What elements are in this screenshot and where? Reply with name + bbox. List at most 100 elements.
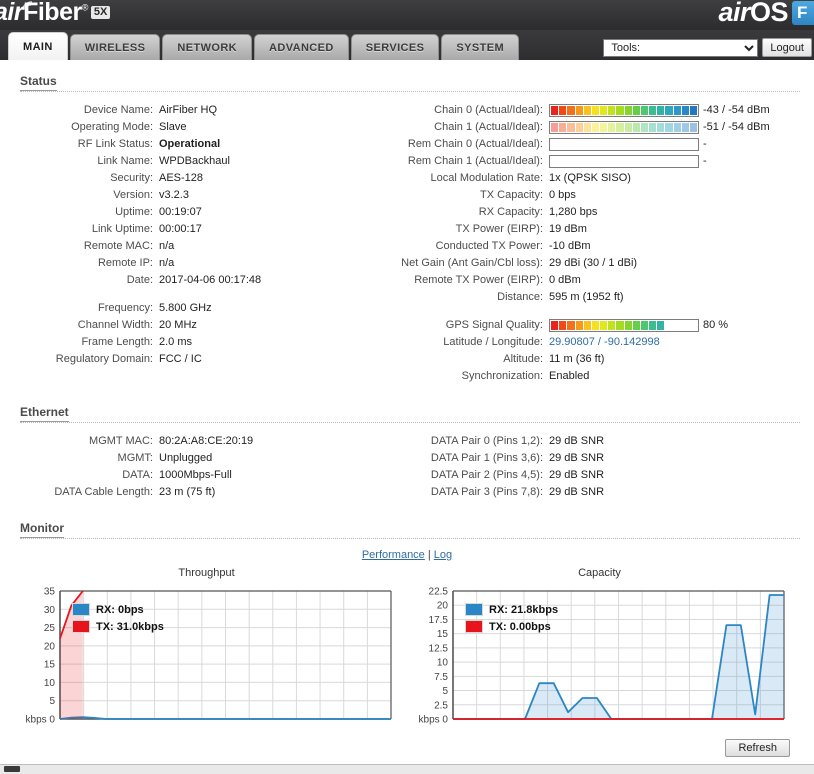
bar-segment <box>624 106 632 115</box>
airos-f-badge: F <box>792 1 814 25</box>
status-left-item-value: 2017-04-06 00:17:48 <box>159 274 262 286</box>
bar-segment <box>624 123 632 132</box>
status-left-item-row: Channel Width: 20 MHz <box>14 317 399 334</box>
bar-segment <box>600 123 608 132</box>
status-left-item-label: Link Uptime: <box>91 223 153 235</box>
ethernet-section-title: Ethernet <box>20 405 69 422</box>
chain-value: -43 / -54 dBm <box>703 104 770 116</box>
bottom-strip <box>0 764 814 774</box>
monitor-link-row: Performance | Log <box>14 549 800 561</box>
status-left-item-label: Frequency: <box>97 302 153 314</box>
legend-color-swatch <box>465 620 483 633</box>
y-axis-tick-label: kbps 0 <box>419 715 449 726</box>
bar-segment <box>583 321 591 330</box>
bar-segment <box>551 106 559 115</box>
main-tab-bar: MAIN WIRELESS NETWORK ADVANCED SERVICES … <box>0 30 814 60</box>
bar-segment <box>640 106 649 115</box>
performance-link[interactable]: Performance <box>362 549 425 561</box>
ethernet-right-item-row: DATA Pair 2 (Pins 4,5): 29 dB SNR <box>399 467 800 484</box>
status-left-column: Device Name: AirFiber HQ Operating Mode: Sl… <box>14 102 399 385</box>
ethernet-right-item-value: 29 dB SNR <box>549 486 605 498</box>
tab-main[interactable]: MAIN <box>8 32 68 60</box>
bar-segment <box>682 321 689 330</box>
y-axis-tick-label: 10 <box>437 658 449 669</box>
tab-system[interactable]: SYSTEM <box>441 34 520 60</box>
status-left-item-label: Date: <box>126 274 153 286</box>
bar-segment <box>600 106 608 115</box>
ethernet-right-item-label: DATA Pair 0 (Pins 1,2): <box>430 435 543 447</box>
y-axis-tick-label: 12.5 <box>429 643 449 654</box>
bar-segment <box>551 123 559 132</box>
y-axis-tick-label: 15 <box>437 629 449 640</box>
bar-segment <box>632 321 640 330</box>
ethernet-right-item-row: DATA Pair 1 (Pins 3,6): 29 dB SNR <box>399 450 800 467</box>
ethernet-left-item-label: DATA Cable Length: <box>54 486 153 498</box>
tab-network[interactable]: NETWORK <box>162 34 253 60</box>
bar-segment <box>633 140 640 149</box>
gps-item-value[interactable]: 29.90807 / -90.142998 <box>549 334 800 351</box>
status-left-item-label: Channel Width: <box>77 319 153 331</box>
chain-label: Chain 1 (Actual/Ideal): <box>434 121 543 133</box>
status-right-item-label: TX Power (EIRP): <box>455 223 543 235</box>
status-left-item-row: Frame Length: 2.0 ms <box>14 334 399 351</box>
bar-segment <box>559 106 567 115</box>
bar-segment <box>608 157 615 166</box>
chain-bar <box>549 155 699 168</box>
chain-value: -51 / -54 dBm <box>703 121 770 133</box>
bar-segment <box>608 123 616 132</box>
status-left-item-label: Remote MAC: <box>83 240 153 252</box>
bar-segment <box>649 157 656 166</box>
bar-segment <box>690 140 697 149</box>
bar-segment <box>567 157 574 166</box>
bar-segment <box>657 140 664 149</box>
monitor-section-divider <box>20 538 800 539</box>
status-left-item-row: Operating Mode: Slave <box>14 119 399 136</box>
tab-advanced[interactable]: ADVANCED <box>254 34 349 60</box>
gps-item-label: Latitude / Longitude: <box>443 336 543 348</box>
legend-item: RX: 0bps <box>72 603 164 616</box>
status-left-item-row: Regulatory Domain: FCC / IC <box>14 351 399 368</box>
legend-label: TX: 0.00bps <box>489 620 551 633</box>
refresh-button[interactable]: Refresh <box>725 739 790 757</box>
status-right-item-label: TX Capacity: <box>480 189 543 201</box>
bar-segment <box>551 321 559 330</box>
ethernet-left-item-label: DATA: <box>122 469 153 481</box>
status-left-item-label: RF Link Status: <box>77 138 153 150</box>
chain-row: Rem Chain 1 (Actual/Ideal): - <box>399 153 800 170</box>
bar-segment <box>657 157 664 166</box>
monitor-section-title: Monitor <box>20 521 64 538</box>
ethernet-right-column: DATA Pair 0 (Pins 1,2): 29 dB SNR DATA Pai… <box>399 433 800 501</box>
log-link[interactable]: Log <box>434 549 452 561</box>
status-left-item-value: WPDBackhaul <box>159 155 230 167</box>
monitor-section: Monitor Performance | Log Throughput kbp… <box>14 515 800 757</box>
y-axis-tick-label: 35 <box>44 587 56 598</box>
logout-button[interactable]: Logout <box>762 38 812 57</box>
bar-segment <box>674 157 681 166</box>
bar-segment <box>559 321 567 330</box>
bar-segment <box>690 157 697 166</box>
bar-segment <box>665 106 673 115</box>
bar-segment <box>657 321 665 330</box>
logo-model-badge: 5X <box>90 6 111 19</box>
chain-value: - <box>703 155 707 167</box>
status-right-item-label: Local Modulation Rate: <box>430 172 543 184</box>
bar-segment <box>616 106 624 115</box>
throughput-legend: RX: 0bps TX: 31.0kbps <box>72 603 164 633</box>
status-left-item-value: Operational <box>159 138 221 150</box>
status-left-item-label: Device Name: <box>83 104 153 116</box>
tools-dropdown[interactable]: Tools: <box>603 38 759 57</box>
y-axis-tick-label: kbps 0 <box>26 715 56 726</box>
bar-segment <box>640 321 649 330</box>
bar-segment <box>575 106 583 115</box>
ethernet-right-item-row: DATA Pair 3 (Pins 7,8): 29 dB SNR <box>399 484 800 501</box>
tab-services[interactable]: SERVICES <box>350 34 440 60</box>
bar-segment <box>673 106 681 115</box>
status-left-item-value: 00:19:07 <box>159 206 202 218</box>
ethernet-left-item-value: 1000Mbps-Full <box>159 469 232 481</box>
tab-wireless[interactable]: WIRELESS <box>69 34 161 60</box>
chain-label: Rem Chain 1 (Actual/Ideal): <box>407 155 543 167</box>
chain-label: Rem Chain 0 (Actual/Ideal): <box>407 138 543 150</box>
legend-color-swatch <box>72 603 90 616</box>
bar-segment <box>600 140 607 149</box>
status-left-item-label: Remote IP: <box>97 257 153 269</box>
